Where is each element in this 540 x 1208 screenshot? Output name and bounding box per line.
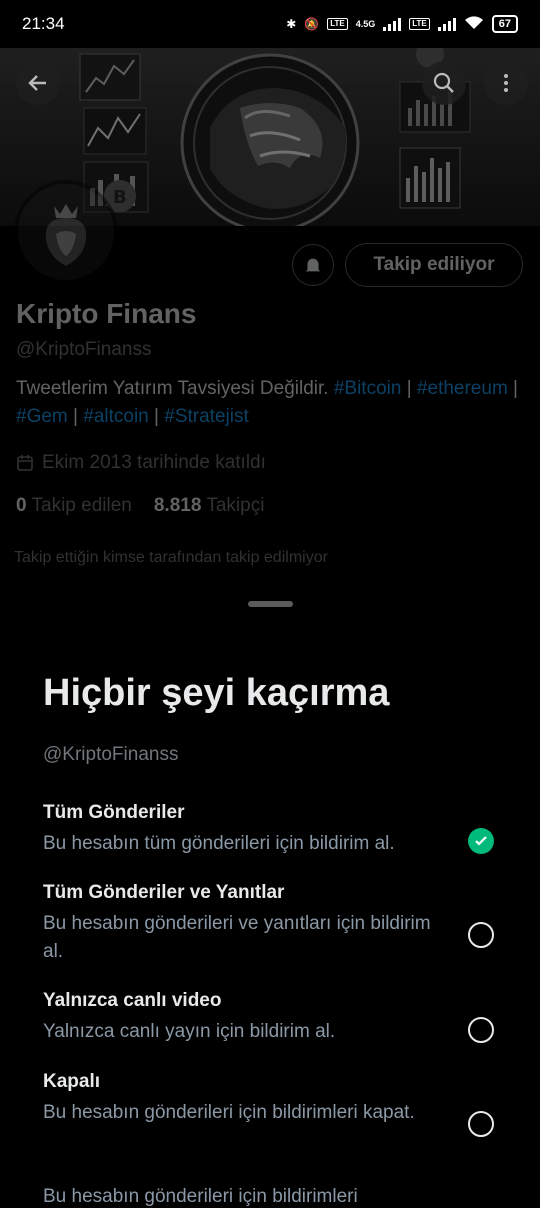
battery-icon: 67: [491, 15, 518, 33]
radio-live-video[interactable]: [468, 1017, 494, 1043]
back-button[interactable]: [16, 61, 60, 105]
follow-stats: 0 Takip edilen 8.818 Takipçi: [16, 495, 264, 517]
check-icon: [475, 836, 487, 846]
volte-icon: LTE: [327, 18, 348, 30]
following-stat[interactable]: 0 Takip edilen: [16, 495, 132, 517]
search-icon: [433, 72, 454, 93]
radio-all-posts-selected[interactable]: [468, 828, 494, 854]
option-title: Tüm Gönderiler ve Yanıtlar: [43, 882, 285, 903]
followers-stat[interactable]: 8.818 Takipçi: [154, 495, 265, 517]
option-title: Kapalı: [43, 1071, 101, 1092]
option-description: Yalnızca canlı yayın için bildirim al.: [43, 1021, 336, 1042]
bell-icon: [305, 258, 321, 274]
option-title: Yalnızca canlı video: [43, 990, 222, 1011]
radio-posts-and-replies[interactable]: [468, 922, 494, 948]
network-type: 4.5G: [355, 19, 376, 29]
mute-icon: 🔕: [304, 17, 320, 31]
status-icons: ✱ 🔕 LTE 4.5G LTE 67: [286, 15, 518, 33]
arrow-left-icon: [28, 75, 46, 91]
option-off[interactable]: Kapalı Bu hesabın gönderileri için bildi…: [43, 1071, 483, 1127]
sheet-title: Hiçbir şeyi kaçırma: [43, 672, 390, 714]
option-posts-and-replies[interactable]: Tüm Gönderiler ve Yanıtlar Bu hesabın gö…: [43, 882, 483, 966]
bio-hashtag[interactable]: #Stratejist: [164, 406, 248, 427]
option-title: Tüm Gönderiler: [43, 802, 185, 823]
wifi-icon: [464, 15, 484, 33]
signal-icon: [383, 17, 402, 31]
bio-hashtag[interactable]: #Bitcoin: [334, 378, 402, 399]
profile-handle: @KriptoFinanss: [16, 339, 152, 360]
option-live-video[interactable]: Yalnızca canlı video Yalnızca canlı yayı…: [43, 990, 483, 1046]
volte-icon-2: LTE: [409, 18, 430, 30]
bluetooth-icon: ✱: [286, 17, 297, 31]
bio-text: Tweetlerim Yatırım Tavsiyesi Değildir.: [16, 378, 329, 399]
option-description: Bu hesabın gönderileri için bildirimleri…: [43, 1102, 415, 1123]
profile-bio: Tweetlerim Yatırım Tavsiyesi Değildir. #…: [16, 378, 518, 427]
cutoff-text: Bu hesabın gönderileri için bildirimleri: [43, 1186, 358, 1207]
notification-bell-button[interactable]: [292, 244, 334, 286]
status-bar: 21:34 ✱ 🔕 LTE 4.5G LTE 67: [0, 0, 540, 48]
bio-hashtag[interactable]: #ethereum: [417, 378, 508, 399]
more-button[interactable]: [484, 61, 528, 105]
more-vertical-icon: [504, 74, 508, 92]
sheet-subtitle: @KriptoFinanss: [43, 744, 179, 765]
radio-off[interactable]: [468, 1111, 494, 1137]
following-label: Takip edilen: [31, 495, 132, 516]
option-all-posts[interactable]: Tüm Gönderiler Bu hesabın tüm gönderiler…: [43, 802, 483, 858]
not-followed-note: Takip ettiğin kimse tarafından takip edi…: [14, 549, 328, 566]
bio-hashtag[interactable]: #Gem: [16, 406, 68, 427]
joined-date: Ekim 2013 tarihinde katıldı: [16, 452, 266, 474]
joined-text: Ekim 2013 tarihinde katıldı: [42, 452, 266, 473]
following-count: 0: [16, 495, 27, 516]
signal-icon-2: [437, 17, 456, 31]
following-button[interactable]: Takip ediliyor: [345, 243, 523, 287]
lion-avatar-image: [18, 184, 114, 280]
sheet-drag-handle[interactable]: [248, 601, 293, 607]
bio-hashtag[interactable]: #altcoin: [83, 406, 149, 427]
option-description: Bu hesabın gönderileri ve yanıtları için…: [43, 913, 431, 962]
calendar-icon: [17, 455, 33, 471]
followers-count: 8.818: [153, 495, 202, 516]
status-time: 21:34: [22, 14, 65, 33]
followers-label: Takipçi: [206, 495, 265, 516]
avatar[interactable]: [14, 180, 118, 284]
option-description: Bu hesabın tüm gönderileri için bildirim…: [43, 833, 395, 854]
notification-sheet: Hiçbir şeyi kaçırma @KriptoFinanss Tüm G…: [0, 620, 540, 1207]
profile-name: Kripto Finans: [16, 298, 197, 329]
search-button[interactable]: [422, 61, 466, 105]
